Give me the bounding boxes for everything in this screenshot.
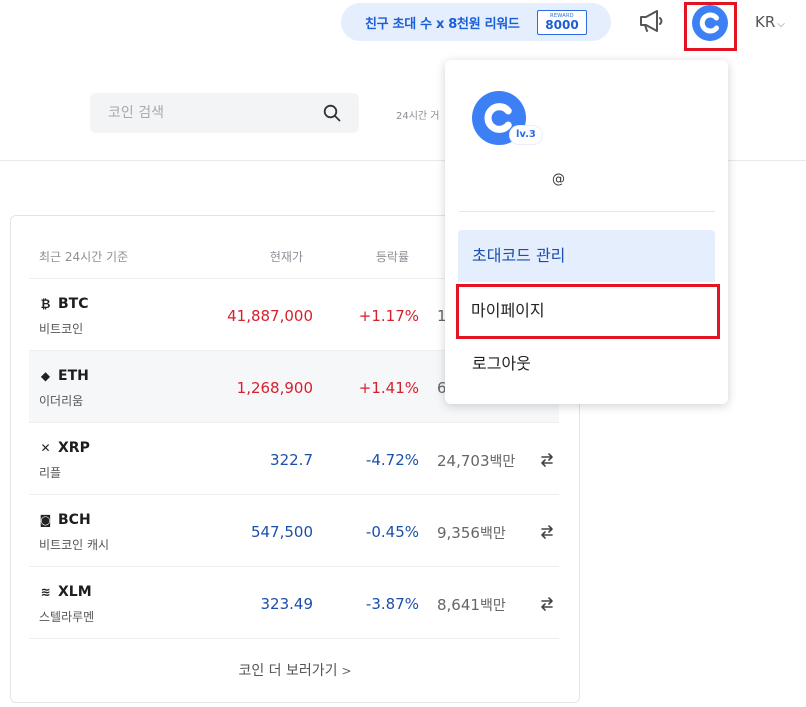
swap-icon[interactable] (539, 452, 555, 468)
coin-volume-value: 24,703 (437, 452, 490, 470)
coin-row-xrp[interactable]: ✕ XRP 리플 322.7 -4.72% 24,703백만 (29, 423, 559, 495)
coin-change: -0.45% (365, 523, 419, 541)
coin-search-input[interactable] (108, 93, 308, 133)
menu-item-logout[interactable]: 로그아웃 (458, 338, 715, 390)
coin-volume: 8,641백만 (437, 595, 506, 615)
coin-symbol: BTC (58, 296, 89, 312)
more-coins-link[interactable]: 코인 더 보러가기 > (11, 660, 579, 680)
promo-text: 친구 초대 수 x 8천원 리워드 (365, 16, 520, 32)
chevron-down-icon: ⌵ (777, 19, 785, 30)
coin-volume: 24,703백만 (437, 451, 515, 471)
coin-symbol: BCH (58, 512, 91, 528)
coin-name: 리플 (39, 466, 62, 480)
referral-promo-banner[interactable]: 친구 초대 수 x 8천원 리워드 REWARD 8000 (341, 3, 611, 41)
coin-change: -4.72% (365, 451, 419, 469)
coin-symbol: XRP (58, 440, 90, 456)
coin-symbol: ETH (58, 368, 89, 384)
bitcoin-cash-icon: ◙ (39, 512, 52, 527)
coin-volume: 9,356백만 (437, 523, 506, 543)
language-selector[interactable]: KR ⌵ (755, 13, 785, 31)
menu-item-invite-code[interactable]: 초대코드 관리 (458, 230, 715, 282)
coin-price: 547,500 (250, 523, 313, 541)
stellar-icon: ≋ (40, 584, 51, 599)
coin-volume-value: 8,641 (437, 596, 480, 614)
bitcoin-icon: ₿ (40, 296, 51, 311)
search-icon[interactable] (323, 104, 341, 122)
dropdown-divider (459, 211, 715, 212)
megaphone-icon[interactable] (638, 9, 664, 33)
coin-volume-unit: 백만 (479, 526, 506, 542)
coin-symbol: XLM (58, 584, 92, 600)
profile-dropdown-menu: lv.3 @ 초대코드 관리 마이페이지 로그아웃 (445, 60, 728, 404)
more-coins-label: 코인 더 보러가기 (238, 663, 338, 679)
swap-icon[interactable] (539, 596, 555, 612)
header-change: 등락률 (375, 250, 409, 264)
menu-item-mypage[interactable]: 마이페이지 (456, 284, 720, 339)
coin-search-box (90, 93, 359, 133)
header-price: 현재가 (269, 250, 303, 264)
language-label: KR (755, 13, 776, 31)
coin-change: +1.17% (358, 307, 419, 325)
header-basis: 최근 24시간 기준 (39, 250, 129, 264)
profile-logo-icon (699, 12, 719, 34)
coin-name: 비트코인 캐시 (39, 538, 110, 552)
coin-symbol-group: ◙ BCH (39, 512, 91, 528)
coin-volume-unit: 백만 (489, 454, 516, 470)
coin-price: 322.7 (270, 451, 313, 469)
coin-price: 323.49 (260, 595, 314, 613)
reward-badge-value: 8000 (545, 18, 579, 32)
ethereum-icon: ◆ (40, 368, 51, 383)
chevron-right-icon: > (341, 664, 352, 678)
profile-email: @ (552, 172, 565, 187)
coin-name: 스텔라루멘 (39, 610, 95, 624)
row-divider (29, 638, 559, 639)
coin-symbol-group: ₿ BTC (39, 296, 89, 312)
coin-name: 비트코인 (39, 322, 84, 336)
coin-row-xlm[interactable]: ≋ XLM 스텔라루멘 323.49 -3.87% 8,641백만 (29, 567, 559, 639)
coin-volume-value: 9,356 (437, 524, 480, 542)
coin-change: -3.87% (365, 595, 419, 613)
coin-volume-unit: 백만 (479, 598, 506, 614)
coin-price: 41,887,000 (227, 307, 313, 325)
profile-avatar-button[interactable] (692, 5, 728, 41)
reward-badge: REWARD 8000 (537, 10, 587, 35)
coin-symbol-group: ◆ ETH (39, 368, 89, 384)
coin-symbol-group: ≋ XLM (39, 584, 92, 600)
level-badge: lv.3 (510, 126, 542, 144)
coin-row-bch[interactable]: ◙ BCH 비트코인 캐시 547,500 -0.45% 9,356백만 (29, 495, 559, 567)
ripple-icon: ✕ (40, 440, 51, 455)
tab-24h-volume[interactable]: 24시간 거 (396, 107, 440, 122)
coin-name: 이더리움 (39, 394, 84, 408)
coin-change: +1.41% (358, 379, 419, 397)
swap-icon[interactable] (539, 524, 555, 540)
top-header: 친구 초대 수 x 8천원 리워드 REWARD 8000 KR ⌵ (0, 0, 806, 51)
coin-symbol-group: ✕ XRP (39, 440, 90, 456)
coin-price: 1,268,900 (236, 379, 313, 397)
